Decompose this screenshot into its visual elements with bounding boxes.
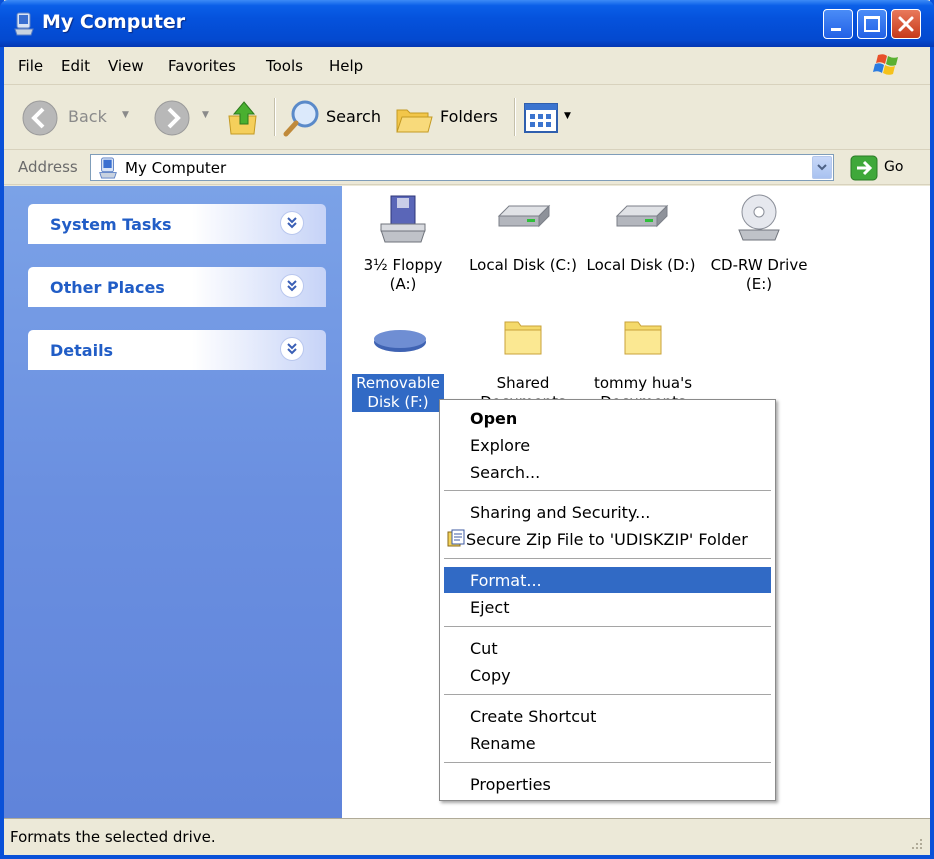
maximize-button[interactable] [857,9,887,39]
drive-label: Removable Disk (F:) [352,374,444,412]
menu-edit[interactable]: Edit [61,57,90,75]
toolbar-separator [514,98,516,136]
resize-grip-icon[interactable] [910,837,924,851]
address-dropdown-button[interactable] [812,156,832,179]
other-places-panel[interactable]: Other Places [28,267,326,307]
ctx-sharing-security[interactable]: Sharing and Security... [444,499,771,525]
forward-arrow-icon [154,100,190,136]
ctx-properties[interactable]: Properties [444,771,771,797]
up-folder-icon [228,101,257,135]
menu-view[interactable]: View [108,57,144,75]
details-panel[interactable]: Details [28,330,326,370]
close-button[interactable] [891,9,921,39]
cd-drive-icon [738,194,780,241]
menu-help[interactable]: Help [329,57,363,75]
ctx-explore[interactable]: Explore [444,432,771,458]
context-menu: Open Explore Search... Sharing and Secur… [439,399,776,801]
zip-file-icon [447,529,465,547]
explorer-window: My Computer File Edit View Favorites Too… [0,0,934,859]
chevron-down-icon [817,164,827,171]
forward-button[interactable]: ▼ [148,86,218,150]
menu-separator [444,558,771,559]
windows-logo-icon [873,54,898,75]
folders-button[interactable]: Folders [394,86,506,150]
menu-separator [444,490,771,491]
removable-disk-icon [374,330,426,352]
folders-label: Folders [440,107,498,126]
expand-toggle[interactable] [280,274,304,298]
double-chevron-down-icon [287,343,297,355]
ctx-open[interactable]: Open [444,405,771,431]
system-tasks-panel[interactable]: System Tasks [28,204,326,244]
double-chevron-down-icon [287,217,297,229]
toolbar-separator [274,98,276,136]
up-folder-button[interactable] [224,86,264,150]
ctx-format[interactable]: Format... [444,567,771,593]
expand-toggle[interactable] [280,337,304,361]
menu-separator [444,694,771,695]
minimize-button[interactable] [823,9,853,39]
go-label: Go [884,159,904,175]
menu-favorites[interactable]: Favorites [168,57,236,75]
back-label: Back [68,107,107,126]
ctx-rename[interactable]: Rename [444,730,771,756]
search-button[interactable]: Search [282,86,384,150]
menu-separator [444,626,771,627]
back-dropdown-icon[interactable]: ▼ [122,110,129,120]
address-bar: Address My Computer Go [4,151,930,185]
system-tasks-title: System Tasks [50,215,172,234]
menu-bar: File Edit View Favorites Tools Help [4,47,930,85]
address-value: My Computer [125,159,227,177]
folders-icon [396,109,433,133]
double-chevron-down-icon [287,280,297,292]
views-dropdown-icon[interactable]: ▼ [564,111,571,121]
views-icon [524,103,558,133]
go-arrow-icon [850,155,878,181]
other-places-title: Other Places [50,278,165,297]
expand-toggle[interactable] [280,211,304,235]
address-label: Address [18,158,78,176]
drive-label: CD-RW Drive (E:) [710,256,808,293]
folder-icon [624,321,662,355]
folder-icon [504,321,542,355]
toolbar: Back ▼ ▼ Search Folders ▼ [4,86,930,150]
menu-separator [444,762,771,763]
drive-label: 3½ Floppy (A:) [363,256,443,293]
ctx-create-shortcut[interactable]: Create Shortcut [444,703,771,729]
drive-label: Local Disk (D:) [586,256,696,274]
my-computer-icon [14,12,34,36]
my-computer-icon [99,157,117,179]
search-label: Search [326,107,381,126]
back-arrow-icon [22,100,58,136]
ctx-cut[interactable]: Cut [444,635,771,661]
hard-disk-icon [615,204,669,228]
details-title: Details [50,341,114,360]
menu-tools[interactable]: Tools [266,57,303,75]
search-icon [283,100,319,137]
task-pane: System Tasks Other Places Details [4,186,342,818]
address-input[interactable]: My Computer [90,154,834,181]
status-bar: Formats the selected drive. [4,818,930,855]
back-button[interactable]: Back ▼ [14,86,138,150]
ctx-secure-zip[interactable]: Secure Zip File to 'UDISKZIP' Folder [444,526,771,552]
ctx-eject[interactable]: Eject [444,594,771,620]
ctx-search[interactable]: Search... [444,459,771,485]
forward-dropdown-icon[interactable]: ▼ [202,110,209,120]
title-bar[interactable]: My Computer [0,0,934,47]
hard-disk-icon [497,204,551,228]
floppy-drive-icon [380,195,426,243]
views-button[interactable]: ▼ [522,86,584,150]
close-icon [898,16,914,32]
drive-label: Local Disk (C:) [469,256,577,274]
menu-file[interactable]: File [18,57,43,75]
status-text: Formats the selected drive. [10,828,216,846]
window-title: My Computer [42,11,186,33]
go-button[interactable]: Go [850,154,920,182]
ctx-copy[interactable]: Copy [444,662,771,688]
